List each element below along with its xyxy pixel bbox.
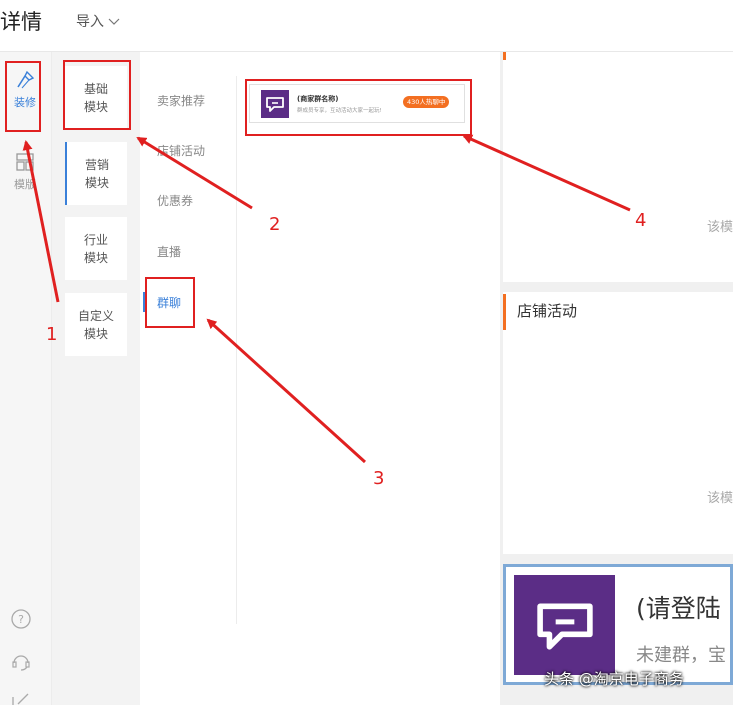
highlight-box-decorate — [5, 61, 41, 132]
annotation-number-1: 1 — [46, 324, 58, 345]
category-label: 自定义 模块 — [77, 308, 114, 341]
module-note: 该模 — [706, 491, 733, 506]
chat-bubble-icon — [536, 603, 593, 650]
page-title: 详情 — [0, 10, 42, 34]
category-label: 营销 模块 — [84, 157, 109, 190]
chevron-down-icon — [108, 18, 120, 25]
chat-title: (请登陆 — [636, 594, 721, 623]
category-custom[interactable]: 自定义 模块 — [65, 293, 127, 356]
section-title: 店铺活动 — [517, 302, 578, 320]
annotation-number-3: 3 — [373, 468, 385, 489]
svg-text:?: ? — [18, 613, 24, 626]
preview-shop-activity[interactable]: 店铺活动 该模 — [503, 292, 733, 554]
edit-icon[interactable] — [10, 690, 32, 705]
chat-desc: 未建群，宝 — [636, 645, 726, 666]
import-dropdown[interactable]: 导入 — [76, 11, 120, 31]
import-label: 导入 — [76, 14, 104, 30]
subcategory-live[interactable]: 直播 — [157, 243, 181, 260]
highlight-box-group-chat — [145, 277, 195, 328]
help-icon[interactable]: ? — [10, 608, 32, 630]
preview-group-chat[interactable]: (请登陆 未建群，宝 — [503, 564, 733, 685]
page-header: 详情 导入 — [0, 0, 733, 52]
headset-icon[interactable] — [10, 650, 32, 672]
highlight-box-basic — [63, 60, 131, 130]
group-chat-logo — [514, 575, 615, 675]
module-panel: 卖家推荐 店铺活动 优惠券 直播 群聊 (商家群名称) 群成员专享，互动活动大家… — [140, 66, 480, 632]
annotation-number-2: 2 — [269, 214, 281, 235]
subcategory-coupon[interactable]: 优惠券 — [157, 192, 193, 209]
module-accent — [503, 52, 506, 60]
rail-item-label: 模版 — [14, 178, 36, 191]
highlight-box-card — [245, 79, 472, 136]
rail-item-template[interactable]: 模版 — [2, 152, 48, 192]
category-marketing[interactable]: 营销 模块 — [65, 142, 127, 205]
annotation-number-4: 4 — [635, 210, 647, 231]
watermark: 头条 @淘京电子商务 — [544, 670, 684, 688]
preview-module-1[interactable]: 该模 — [503, 52, 733, 282]
subcategory-shop-activity[interactable]: 店铺活动 — [157, 142, 205, 159]
template-icon — [16, 153, 34, 171]
category-industry[interactable]: 行业 模块 — [65, 217, 127, 280]
left-rail: 装修 模版 ? — [0, 52, 52, 705]
module-accent — [503, 294, 506, 330]
panel-divider — [236, 76, 237, 624]
category-label: 行业 模块 — [83, 232, 108, 265]
module-note: 该模 — [706, 220, 733, 235]
subcategory-seller-recommend[interactable]: 卖家推荐 — [157, 92, 205, 109]
